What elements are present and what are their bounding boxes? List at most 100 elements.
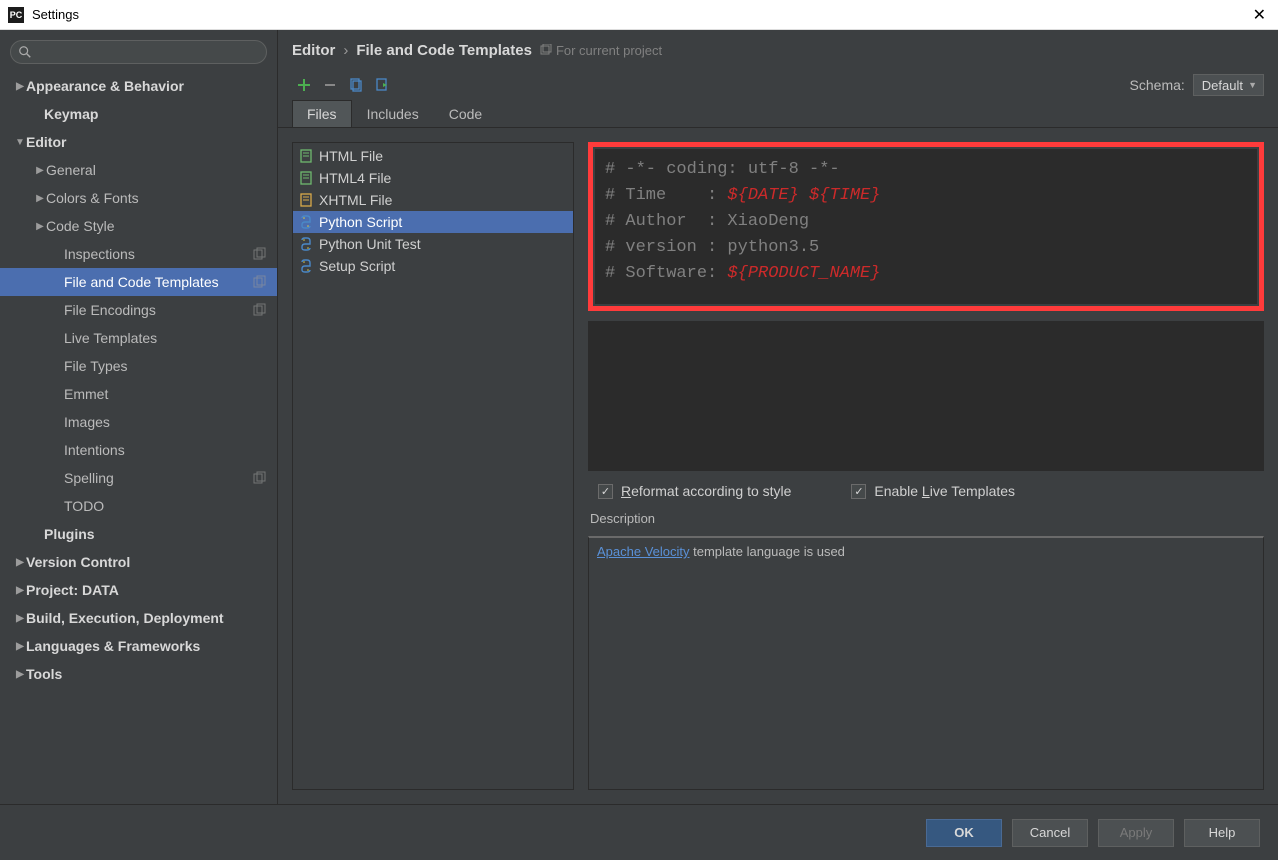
- templates-toolbar: Schema: Default: [278, 70, 1278, 100]
- sidebar-item-label: Editor: [26, 134, 277, 150]
- sidebar-item-languages-frameworks[interactable]: ▶Languages & Frameworks: [0, 632, 277, 660]
- sidebar-item-live-templates[interactable]: Live Templates: [0, 324, 277, 352]
- sidebar-item-file-encodings[interactable]: File Encodings: [0, 296, 277, 324]
- sidebar-item-colors-fonts[interactable]: ▶Colors & Fonts: [0, 184, 277, 212]
- sidebar-item-todo[interactable]: TODO: [0, 492, 277, 520]
- template-item-setup-script[interactable]: Setup Script: [293, 255, 573, 277]
- template-editor-lower[interactable]: [588, 321, 1264, 471]
- close-icon[interactable]: ✕: [1249, 5, 1270, 25]
- sidebar-item-images[interactable]: Images: [0, 408, 277, 436]
- settings-tree[interactable]: ▶Appearance & BehaviorKeymap▼Editor▶Gene…: [0, 72, 277, 804]
- project-scope-icon: [253, 275, 267, 289]
- template-editor[interactable]: # -*- coding: utf-8 -*- # Time : ${DATE}…: [595, 149, 1257, 304]
- html-file-icon: [299, 171, 313, 185]
- sidebar-item-label: Languages & Frameworks: [26, 638, 277, 654]
- sidebar-item-label: File and Code Templates: [64, 274, 253, 290]
- py-file-icon: [299, 259, 313, 273]
- template-item-xhtml-file[interactable]: XHTML File: [293, 189, 573, 211]
- enable-live-templates-checkbox[interactable]: ✓ Enable Live Templates: [851, 483, 1015, 499]
- project-scope-icon: [253, 247, 267, 261]
- dialog-footer: OK Cancel Apply Help: [0, 804, 1278, 860]
- search-icon: [18, 45, 32, 59]
- settings-detail: Editor › File and Code Templates For cur…: [278, 30, 1278, 804]
- sidebar-item-spelling[interactable]: Spelling: [0, 464, 277, 492]
- template-item-label: XHTML File: [319, 192, 392, 208]
- sidebar-item-code-style[interactable]: ▶Code Style: [0, 212, 277, 240]
- apply-button[interactable]: Apply: [1098, 819, 1174, 847]
- sidebar-item-label: Project: DATA: [26, 582, 277, 598]
- sidebar-item-label: Inspections: [64, 246, 253, 262]
- breadcrumb-sep: ›: [343, 42, 348, 59]
- sidebar-item-project-data[interactable]: ▶Project: DATA: [0, 576, 277, 604]
- sidebar-item-tools[interactable]: ▶Tools: [0, 660, 277, 688]
- description-box: Apache Velocity template language is use…: [588, 536, 1264, 790]
- apache-velocity-link[interactable]: Apache Velocity: [597, 544, 690, 559]
- sidebar-item-label: Keymap: [44, 106, 277, 122]
- checkbox-checked-icon: ✓: [851, 484, 866, 499]
- sidebar-item-editor[interactable]: ▼Editor: [0, 128, 277, 156]
- sidebar-item-intentions[interactable]: Intentions: [0, 436, 277, 464]
- remove-button[interactable]: [318, 74, 342, 96]
- sidebar-item-label: Plugins: [44, 526, 277, 542]
- refresh-button[interactable]: [370, 74, 394, 96]
- sidebar-item-appearance-behavior[interactable]: ▶Appearance & Behavior: [0, 72, 277, 100]
- editor-highlight-box: # -*- coding: utf-8 -*- # Time : ${DATE}…: [588, 142, 1264, 311]
- project-scope-icon: [253, 303, 267, 317]
- search-input[interactable]: [10, 40, 267, 64]
- copy-button[interactable]: [344, 74, 368, 96]
- html-file-icon: [299, 149, 313, 163]
- sidebar-item-label: Intentions: [64, 442, 277, 458]
- sidebar-item-version-control[interactable]: ▶Version Control: [0, 548, 277, 576]
- template-list[interactable]: HTML File HTML4 File XHTML File Python Scri…: [292, 142, 574, 790]
- sidebar-item-inspections[interactable]: Inspections: [0, 240, 277, 268]
- checkbox-checked-icon: ✓: [598, 484, 613, 499]
- template-item-python-script[interactable]: Python Script: [293, 211, 573, 233]
- sidebar-item-emmet[interactable]: Emmet: [0, 380, 277, 408]
- chevron-right-icon: ▶: [34, 165, 46, 176]
- sidebar-item-general[interactable]: ▶General: [0, 156, 277, 184]
- tab-includes[interactable]: Includes: [352, 100, 434, 127]
- tab-code[interactable]: Code: [434, 100, 497, 127]
- help-button[interactable]: Help: [1184, 819, 1260, 847]
- template-item-label: HTML File: [319, 148, 383, 164]
- template-item-python-unit-test[interactable]: Python Unit Test: [293, 233, 573, 255]
- sidebar-item-plugins[interactable]: Plugins: [0, 520, 277, 548]
- breadcrumb-scope: For current project: [540, 43, 662, 58]
- template-item-html4-file[interactable]: HTML4 File: [293, 167, 573, 189]
- sidebar-item-label: Images: [64, 414, 277, 430]
- sidebar-item-label: Colors & Fonts: [46, 190, 277, 206]
- templates-tabs: FilesIncludesCode: [278, 100, 1278, 128]
- chevron-right-icon: ▶: [34, 193, 46, 204]
- sidebar-item-label: General: [46, 162, 277, 178]
- sidebar-item-label: Code Style: [46, 218, 277, 234]
- sidebar-item-file-types[interactable]: File Types: [0, 352, 277, 380]
- chevron-right-icon: ▶: [14, 613, 26, 624]
- sidebar-item-keymap[interactable]: Keymap: [0, 100, 277, 128]
- sidebar-item-file-and-code-templates[interactable]: File and Code Templates: [0, 268, 277, 296]
- cancel-button[interactable]: Cancel: [1012, 819, 1088, 847]
- reformat-checkbox[interactable]: ✓ Reformat according to style: [598, 483, 791, 499]
- app-icon: PC: [8, 7, 24, 23]
- breadcrumb-root[interactable]: Editor: [292, 42, 335, 59]
- tab-files[interactable]: Files: [292, 100, 352, 127]
- description-label: Description: [588, 511, 1264, 526]
- template-item-html-file[interactable]: HTML File: [293, 145, 573, 167]
- schema-select[interactable]: Default: [1193, 74, 1264, 96]
- ok-button[interactable]: OK: [926, 819, 1002, 847]
- breadcrumb-leaf: File and Code Templates: [356, 42, 532, 59]
- chevron-right-icon: ▶: [34, 221, 46, 232]
- xhtml-file-icon: [299, 193, 313, 207]
- sidebar-item-build-execution-deployment[interactable]: ▶Build, Execution, Deployment: [0, 604, 277, 632]
- chevron-right-icon: ▶: [14, 557, 26, 568]
- py-file-icon: [299, 215, 313, 229]
- chevron-right-icon: ▶: [14, 641, 26, 652]
- breadcrumb: Editor › File and Code Templates For cur…: [278, 30, 1278, 70]
- chevron-right-icon: ▶: [14, 585, 26, 596]
- sidebar-item-label: File Encodings: [64, 302, 253, 318]
- sidebar-item-label: File Types: [64, 358, 277, 374]
- titlebar: PC Settings ✕: [0, 0, 1278, 30]
- template-item-label: Setup Script: [319, 258, 395, 274]
- add-button[interactable]: [292, 74, 316, 96]
- template-item-label: Python Script: [319, 214, 402, 230]
- py-file-icon: [299, 237, 313, 251]
